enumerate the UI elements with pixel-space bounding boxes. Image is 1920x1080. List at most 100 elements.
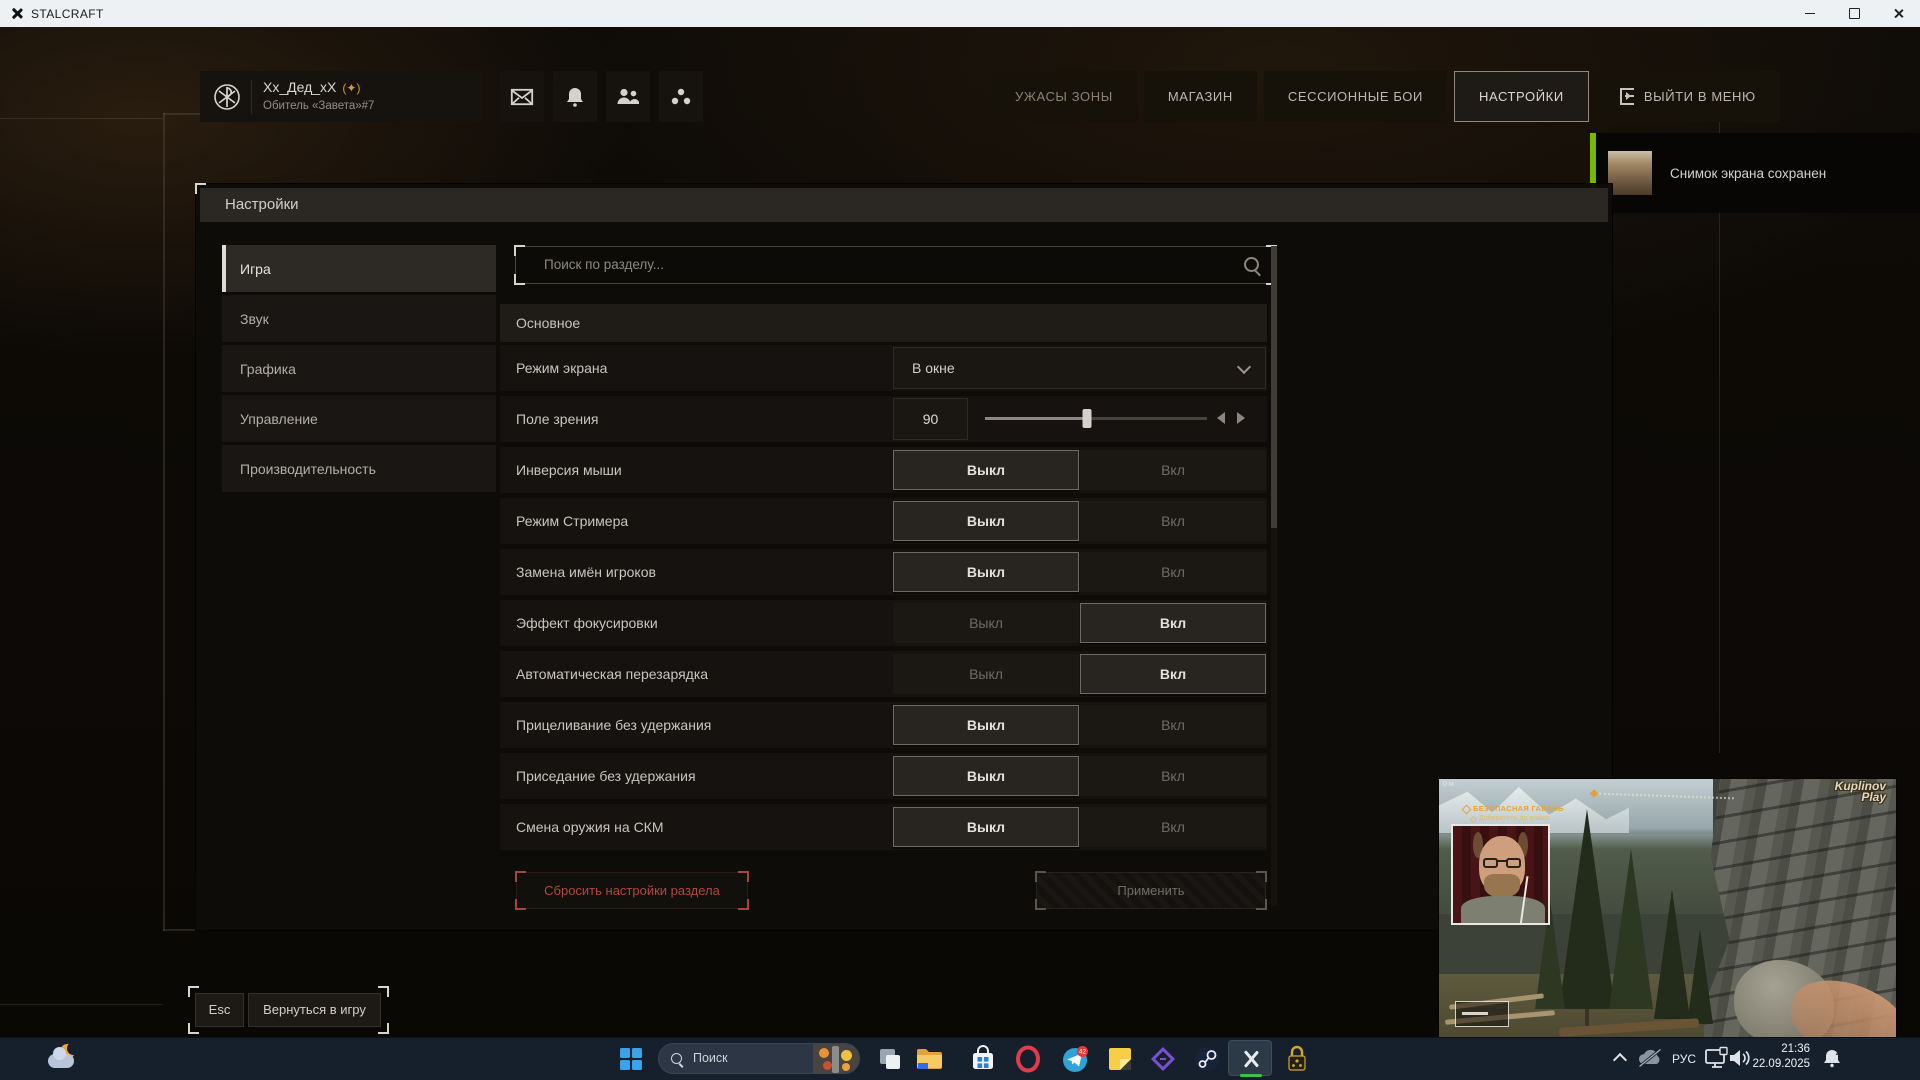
frame-line xyxy=(0,1004,163,1005)
divider xyxy=(251,80,252,114)
lock-app-button[interactable] xyxy=(1283,1045,1311,1073)
telegram-button[interactable]: 42 xyxy=(1061,1045,1089,1073)
microsoft-store-button[interactable] xyxy=(969,1045,997,1073)
steam-button[interactable] xyxy=(1193,1045,1221,1073)
search-icon xyxy=(1244,257,1259,272)
start-button[interactable] xyxy=(617,1045,645,1073)
tray-date: 22.09.2025 xyxy=(1748,1057,1810,1072)
friends-button[interactable] xyxy=(606,71,650,122)
apply-button[interactable]: Применить xyxy=(1036,872,1266,909)
premium-badge-icon: (✦) xyxy=(342,82,360,94)
toggle-group: ВыклВкл xyxy=(893,450,1266,490)
taskbar-search-placeholder: Поиск xyxy=(693,1044,728,1073)
esc-button[interactable]: Esc xyxy=(195,993,244,1027)
sidebar-item-4[interactable]: Управление xyxy=(222,395,496,442)
slider-arrow-right[interactable] xyxy=(1237,412,1245,424)
setting-row: Поле зрения90 xyxy=(500,396,1267,442)
screenshot-notification[interactable]: Снимок экрана сохранен xyxy=(1590,133,1920,213)
chevron-down-icon xyxy=(1237,360,1251,374)
toggle-group: ВыклВкл xyxy=(893,603,1266,643)
menu-item-5[interactable]: ВЫЙТИ В МЕНЮ xyxy=(1596,71,1780,122)
sidebar-item-label: Производительность xyxy=(240,461,376,477)
setting-label: Инверсия мыши xyxy=(516,447,622,493)
corner-accent xyxy=(1035,899,1046,910)
sidebar-item-5[interactable]: Производительность xyxy=(222,445,496,492)
menu-item-label: УЖАСЫ ЗОНЫ xyxy=(1015,89,1113,104)
sidebar-item-3[interactable]: Графика xyxy=(222,345,496,392)
task-view-icon xyxy=(878,1047,902,1071)
esc-group: Esc Вернуться в игру xyxy=(190,988,387,1032)
onedrive-paused-icon[interactable] xyxy=(1636,1044,1664,1072)
toggle-option-on[interactable]: Вкл xyxy=(1080,603,1266,643)
settings-sidebar: ИграЗвукГрафика Управление Производительно… xyxy=(222,245,496,495)
focus-assist-bell-icon[interactable]: z xyxy=(1818,1044,1846,1072)
screen-mode-dropdown[interactable]: В окне xyxy=(893,347,1266,389)
maximize-button[interactable] xyxy=(1832,0,1876,27)
notifications-button[interactable] xyxy=(553,71,597,122)
diamond-app-icon xyxy=(1150,1046,1176,1072)
toggle-option-off[interactable]: Выкл xyxy=(893,705,1079,745)
microsoft-store-icon xyxy=(971,1047,995,1071)
toggle-group: ВыклВкл xyxy=(893,756,1266,796)
menu-item-2[interactable]: МАГАЗИН xyxy=(1144,71,1257,122)
reset-section-button[interactable]: Сбросить настройки раздела xyxy=(516,872,748,909)
close-button[interactable] xyxy=(1876,0,1920,27)
toggle-option-on[interactable]: Вкл xyxy=(1080,756,1266,796)
toggle-group: ВыклВкл xyxy=(893,807,1266,847)
taskbar-clock[interactable]: 21:36 22.09.2025 xyxy=(1748,1042,1810,1072)
toggle-option-on[interactable]: Вкл xyxy=(1080,654,1266,694)
toggle-option-on[interactable]: Вкл xyxy=(1080,450,1266,490)
toggle-option-off[interactable]: Выкл xyxy=(893,501,1079,541)
toggle-option-on[interactable]: Вкл xyxy=(1080,705,1266,745)
menu-item-label: СЕССИОННЫЕ БОИ xyxy=(1288,89,1423,104)
bell-icon xyxy=(566,87,584,107)
corner-accent xyxy=(1256,899,1267,910)
sticky-notes-button[interactable] xyxy=(1106,1045,1134,1073)
stream-watermark: KuplinovPlay xyxy=(1835,781,1886,803)
toggle-option-off[interactable]: Выкл xyxy=(893,450,1079,490)
window-titlebar: STALCRAFT xyxy=(0,0,1920,27)
diamond-app-button[interactable] xyxy=(1149,1045,1177,1073)
task-view-button[interactable] xyxy=(876,1045,904,1073)
toggle-option-on[interactable]: Вкл xyxy=(1080,552,1266,592)
setting-row: Эффект фокусировки ВыклВкл xyxy=(500,600,1267,646)
friends-icon xyxy=(617,88,639,105)
language-indicator[interactable]: РУС xyxy=(1672,1052,1696,1066)
player-info-box[interactable]: Xx_Дед_xX (✦) Обитель «Завета»#7 xyxy=(200,71,482,122)
sidebar-item-1[interactable]: Игра xyxy=(222,245,496,292)
scrollbar-thumb[interactable] xyxy=(1271,246,1277,528)
group-icon xyxy=(671,88,691,106)
slider-handle[interactable] xyxy=(1083,409,1092,428)
screen: STALCRAFT Xx_Дед_xX (✦) Обитель «Завет xyxy=(0,0,1920,1080)
weather-widget[interactable] xyxy=(44,1042,84,1076)
mail-button[interactable] xyxy=(500,71,544,122)
slider-arrow-left[interactable] xyxy=(1217,412,1225,424)
group-button[interactable] xyxy=(659,71,703,122)
toggle-option-on[interactable]: Вкл xyxy=(1080,501,1266,541)
toggle-option-off[interactable]: Выкл xyxy=(893,654,1079,694)
toggle-option-off[interactable]: Выкл xyxy=(893,552,1079,592)
search-icon xyxy=(671,1053,682,1064)
fov-slider[interactable] xyxy=(985,417,1207,420)
setting-label: Приседание без удержания xyxy=(516,753,696,799)
toggle-option-off[interactable]: Выкл xyxy=(893,807,1079,847)
settings-search-input[interactable]: Поиск по разделу... xyxy=(515,246,1276,284)
sidebar-item-2[interactable]: Звук xyxy=(222,295,496,342)
toggle-option-on[interactable]: Вкл xyxy=(1080,807,1266,847)
menu-item-4[interactable]: НАСТРОЙКИ xyxy=(1454,71,1589,122)
file-explorer-button[interactable] xyxy=(915,1045,943,1073)
stalcraft-taskbar-button[interactable] xyxy=(1228,1040,1272,1076)
sidebar-item-label: Управление xyxy=(240,411,318,427)
setting-row: Замена имён игроковВыклВкл xyxy=(500,549,1267,595)
taskbar-search-input[interactable]: Поиск xyxy=(658,1043,860,1074)
fov-value-field[interactable]: 90 xyxy=(893,398,968,440)
opera-button[interactable] xyxy=(1014,1045,1042,1073)
minimize-button[interactable] xyxy=(1788,0,1832,27)
toggle-option-off[interactable]: Выкл xyxy=(893,603,1079,643)
menu-item-1[interactable]: УЖАСЫ ЗОНЫ xyxy=(991,71,1137,122)
setting-label: Эффект фокусировки xyxy=(516,600,658,646)
menu-item-label: МАГАЗИН xyxy=(1168,89,1233,104)
toggle-option-off[interactable]: Выкл xyxy=(893,756,1079,796)
menu-item-3[interactable]: СЕССИОННЫЕ БОИ xyxy=(1264,71,1447,122)
return-to-game-button[interactable]: Вернуться в игру xyxy=(248,993,381,1027)
